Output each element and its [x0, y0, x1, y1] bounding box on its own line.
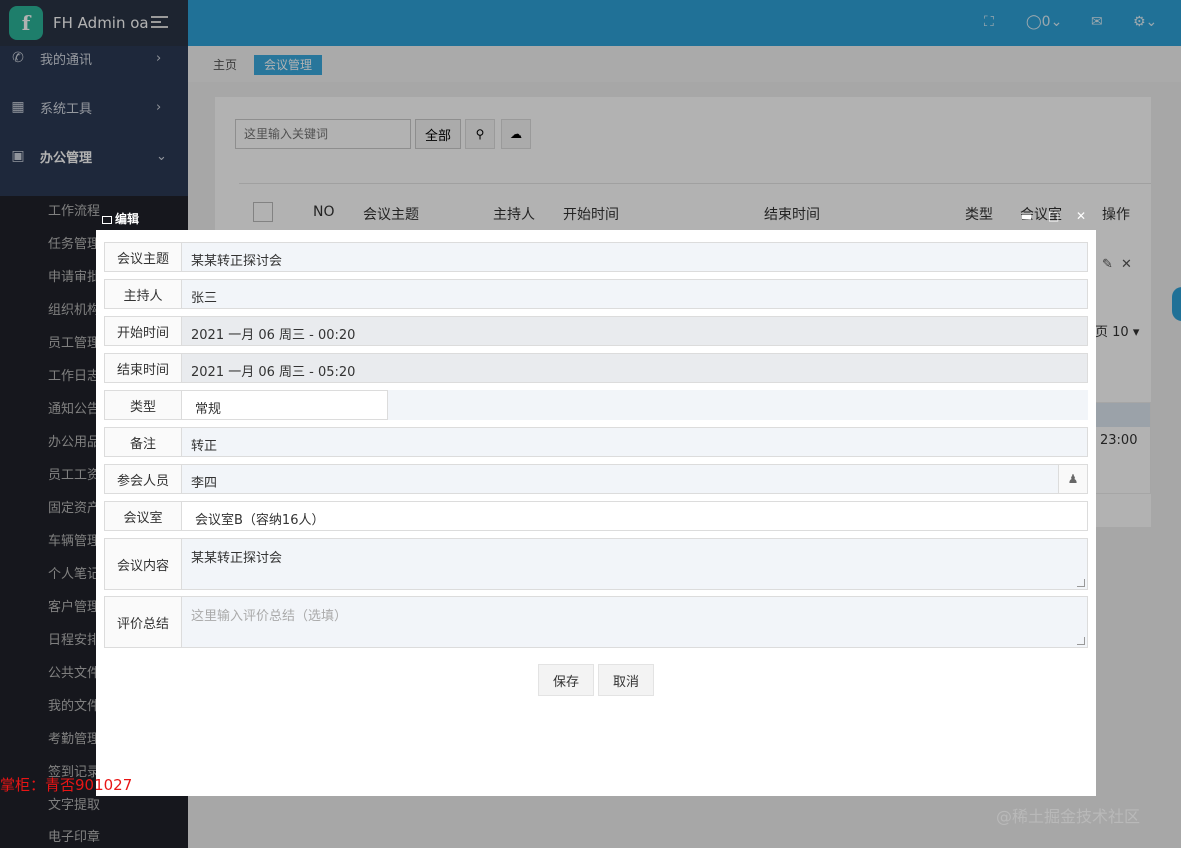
user-icon: ♟ — [1067, 472, 1079, 486]
resize-handle-icon[interactable] — [1077, 637, 1085, 645]
field-label: 会议内容 — [105, 539, 182, 589]
content-textarea[interactable]: 某某转正探讨会 — [191, 547, 282, 566]
field-label: 结束时间 — [105, 354, 182, 382]
site-watermark: @稀土掘金技术社区 — [996, 807, 1141, 826]
attendees-input[interactable]: 李四 — [191, 472, 217, 491]
field-content[interactable]: 会议内容 某某转正探讨会 — [104, 538, 1088, 590]
dialog-titlebar[interactable]: 编辑 ▬ □ ✕ — [96, 207, 1096, 230]
field-label: 开始时间 — [105, 317, 182, 345]
type-select[interactable]: 常规 — [195, 398, 221, 417]
start-time-input[interactable]: 2021 一月 06 周三 - 00:20 — [191, 324, 355, 343]
field-label: 参会人员 — [105, 465, 182, 493]
field-label: 评价总结 — [105, 597, 182, 647]
field-subject[interactable]: 会议主题 某某转正探讨会 — [104, 242, 1088, 272]
type-row-background — [388, 390, 1088, 420]
minimize-icon[interactable]: ▬ — [1021, 209, 1032, 223]
field-label: 主持人 — [105, 280, 182, 308]
field-label: 会议主题 — [105, 243, 182, 271]
remark-input[interactable]: 转正 — [191, 435, 217, 454]
summary-textarea[interactable]: 这里输入评价总结（选填） — [191, 605, 347, 624]
end-time-input[interactable]: 2021 一月 06 周三 - 05:20 — [191, 361, 355, 380]
shop-watermark: 掌柜：青否901027 — [0, 776, 133, 794]
document-icon — [102, 216, 112, 224]
cancel-button[interactable]: 取消 — [598, 664, 654, 696]
field-label: 备注 — [105, 428, 182, 456]
field-label: 会议室 — [105, 502, 182, 530]
dialog-title: 编辑 — [102, 210, 139, 227]
close-icon[interactable]: ✕ — [1076, 209, 1086, 223]
save-button[interactable]: 保存 — [538, 664, 594, 696]
field-attendees[interactable]: 参会人员 李四 ♟ — [104, 464, 1088, 494]
edit-meeting-dialog: 会议主题 某某转正探讨会 主持人 张三 开始时间 2021 一月 06 周三 -… — [96, 230, 1096, 796]
field-host[interactable]: 主持人 张三 — [104, 279, 1088, 309]
room-select[interactable]: 会议室B（容纳16人） — [195, 509, 324, 528]
dialog-title-text: 编辑 — [115, 212, 140, 226]
field-remark[interactable]: 备注 转正 — [104, 427, 1088, 457]
field-end-time[interactable]: 结束时间 2021 一月 06 周三 - 05:20 — [104, 353, 1088, 383]
field-summary[interactable]: 评价总结 这里输入评价总结（选填） — [104, 596, 1088, 648]
maximize-icon[interactable]: □ — [1048, 209, 1059, 223]
field-type[interactable]: 类型 常规 — [104, 390, 388, 420]
select-user-button[interactable]: ♟ — [1058, 465, 1087, 493]
field-room[interactable]: 会议室 会议室B（容纳16人） — [104, 501, 1088, 531]
field-label: 类型 — [105, 391, 182, 419]
resize-handle-icon[interactable] — [1077, 579, 1085, 587]
host-input[interactable]: 张三 — [191, 287, 217, 306]
subject-input[interactable]: 某某转正探讨会 — [191, 250, 282, 269]
field-start-time[interactable]: 开始时间 2021 一月 06 周三 - 00:20 — [104, 316, 1088, 346]
